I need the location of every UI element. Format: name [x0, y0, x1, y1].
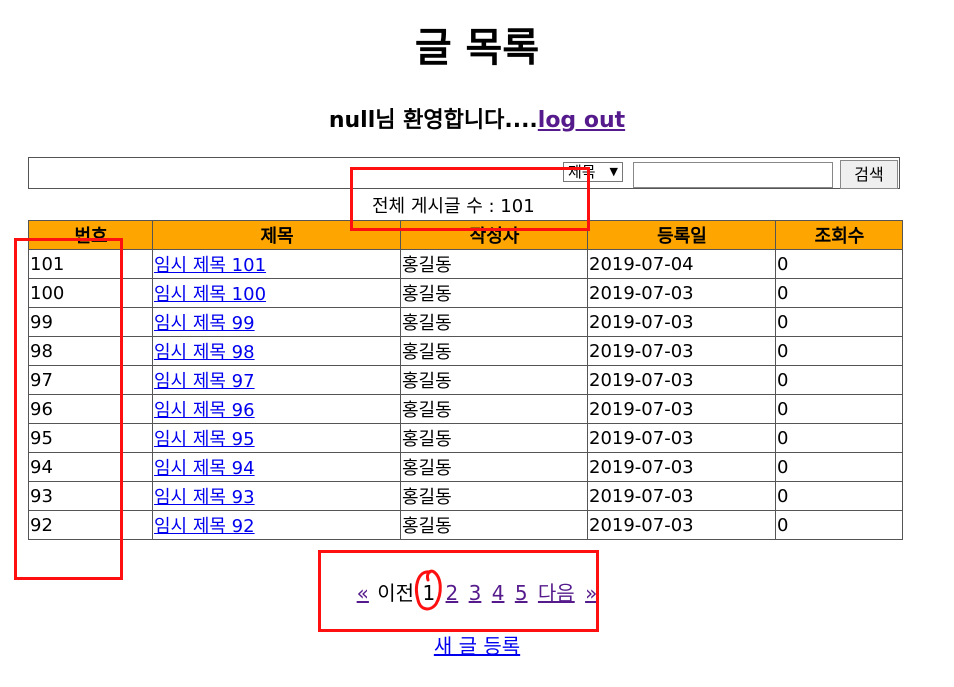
- table-row: 99 임시 제목 99 홍길동 2019-07-03 0: [28, 307, 903, 337]
- post-author: 홍길동: [400, 307, 588, 337]
- post-title-link[interactable]: 임시 제목 92: [154, 516, 255, 537]
- post-date: 2019-07-03: [587, 365, 776, 395]
- search-input[interactable]: [633, 162, 833, 188]
- post-title-cell: 임시 제목 93: [152, 481, 401, 511]
- post-date: 2019-07-03: [587, 423, 776, 453]
- search-button[interactable]: 검색: [840, 160, 898, 189]
- post-views: 0: [775, 307, 903, 337]
- post-views: 0: [775, 452, 903, 482]
- post-views: 0: [775, 510, 903, 540]
- post-views: 0: [775, 278, 903, 308]
- dropdown-arrow-icon: ▼: [609, 165, 618, 178]
- annotation-box-number-column: [14, 238, 123, 580]
- post-date: 2019-07-03: [587, 481, 776, 511]
- logout-link[interactable]: log out: [538, 108, 625, 133]
- post-author: 홍길동: [400, 481, 588, 511]
- table-row: 94 임시 제목 94 홍길동 2019-07-03 0: [28, 452, 903, 482]
- post-author: 홍길동: [400, 336, 588, 366]
- post-author: 홍길동: [400, 452, 588, 482]
- post-title-link[interactable]: 임시 제목 93: [154, 487, 255, 508]
- post-title-cell: 임시 제목 99: [152, 307, 401, 337]
- annotation-box-total: [350, 167, 590, 231]
- post-views: 0: [775, 481, 903, 511]
- post-author: 홍길동: [400, 278, 588, 308]
- post-views: 0: [775, 423, 903, 453]
- column-header-date: 등록일: [587, 220, 776, 250]
- post-title-cell: 임시 제목 95: [152, 423, 401, 453]
- post-date: 2019-07-03: [587, 452, 776, 482]
- post-views: 0: [775, 394, 903, 424]
- post-title-cell: 임시 제목 100: [152, 278, 401, 308]
- post-author: 홍길동: [400, 510, 588, 540]
- post-title-link[interactable]: 임시 제목 96: [154, 400, 255, 421]
- post-date: 2019-07-04: [587, 249, 776, 279]
- post-title-cell: 임시 제목 96: [152, 394, 401, 424]
- post-author: 홍길동: [400, 249, 588, 279]
- post-title-link[interactable]: 임시 제목 101: [154, 255, 266, 276]
- post-title-cell: 임시 제목 94: [152, 452, 401, 482]
- post-author: 홍길동: [400, 394, 588, 424]
- post-author: 홍길동: [400, 365, 588, 395]
- page-title: 글 목록: [414, 25, 540, 71]
- welcome-line: null님 환영합니다....log out: [0, 106, 954, 136]
- table-row: 98 임시 제목 98 홍길동 2019-07-03 0: [28, 336, 903, 366]
- post-title-link[interactable]: 임시 제목 98: [154, 342, 255, 363]
- post-date: 2019-07-03: [587, 394, 776, 424]
- post-date: 2019-07-03: [587, 336, 776, 366]
- post-date: 2019-07-03: [587, 307, 776, 337]
- post-views: 0: [775, 365, 903, 395]
- table-row: 101 임시 제목 101 홍길동 2019-07-04 0: [28, 249, 903, 279]
- post-title-cell: 임시 제목 101: [152, 249, 401, 279]
- table-row: 93 임시 제목 93 홍길동 2019-07-03 0: [28, 481, 903, 511]
- column-header-views: 조회수: [775, 220, 903, 250]
- post-table: 번호 제목 작성자 등록일 조회수 101 임시 제목 101 홍길동 2019…: [28, 220, 903, 540]
- post-views: 0: [775, 249, 903, 279]
- post-date: 2019-07-03: [587, 278, 776, 308]
- post-title-cell: 임시 제목 98: [152, 336, 401, 366]
- post-author: 홍길동: [400, 423, 588, 453]
- table-row: 92 임시 제목 92 홍길동 2019-07-03 0: [28, 510, 903, 540]
- new-post-link[interactable]: 새 글 등록: [434, 634, 520, 658]
- post-date: 2019-07-03: [587, 510, 776, 540]
- post-title-cell: 임시 제목 92: [152, 510, 401, 540]
- post-title-link[interactable]: 임시 제목 100: [154, 284, 266, 305]
- table-row: 95 임시 제목 95 홍길동 2019-07-03 0: [28, 423, 903, 453]
- post-title-link[interactable]: 임시 제목 97: [154, 371, 255, 392]
- table-row: 97 임시 제목 97 홍길동 2019-07-03 0: [28, 365, 903, 395]
- table-row: 100 임시 제목 100 홍길동 2019-07-03 0: [28, 278, 903, 308]
- welcome-text: null님 환영합니다....: [328, 108, 538, 133]
- annotation-box-pagination: [318, 550, 599, 632]
- new-post-line: 새 글 등록: [0, 633, 954, 659]
- table-row: 96 임시 제목 96 홍길동 2019-07-03 0: [28, 394, 903, 424]
- post-title-link[interactable]: 임시 제목 95: [154, 429, 255, 450]
- post-title-link[interactable]: 임시 제목 99: [154, 313, 255, 334]
- annotation-circle-scribble: [415, 569, 442, 611]
- post-views: 0: [775, 336, 903, 366]
- post-title-link[interactable]: 임시 제목 94: [154, 458, 255, 479]
- post-title-cell: 임시 제목 97: [152, 365, 401, 395]
